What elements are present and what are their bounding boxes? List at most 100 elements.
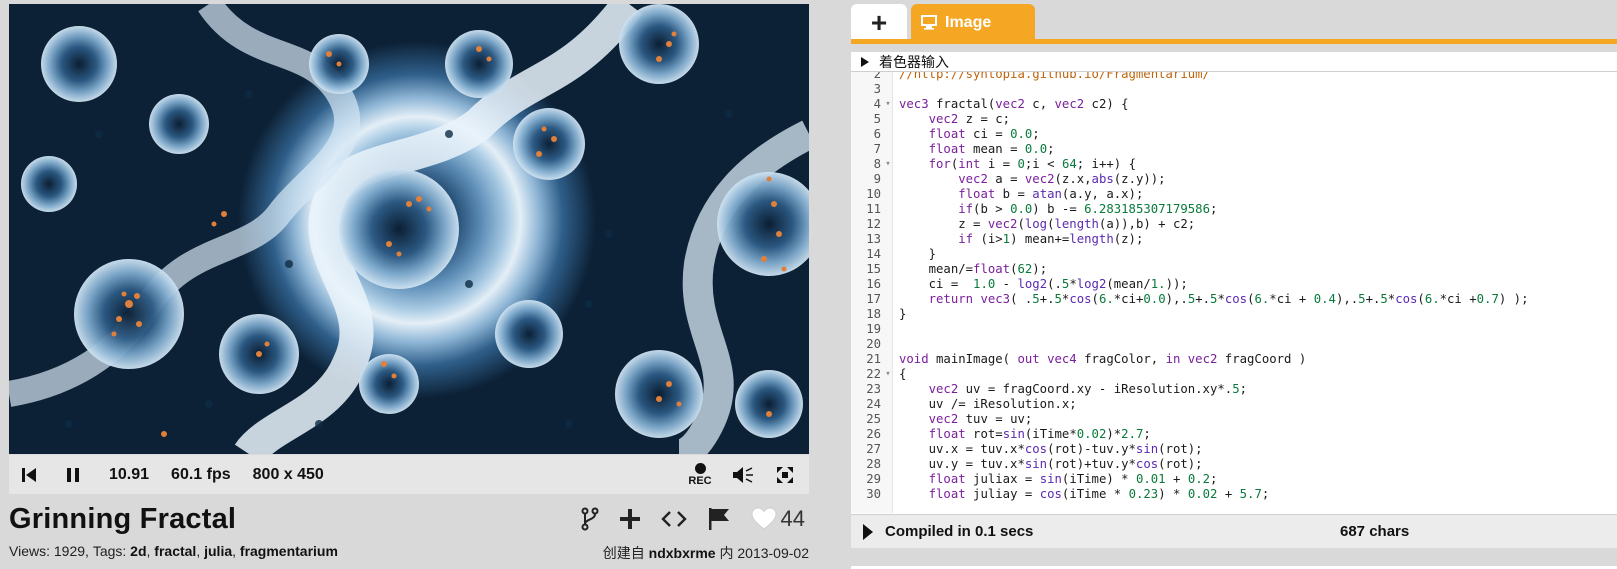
code-text[interactable]: float mean = 0.0; xyxy=(895,142,1055,157)
code-line[interactable]: 30 float juliay = cos(iTime * 0.23) * 0.… xyxy=(851,487,1617,502)
monitor-icon xyxy=(921,15,937,30)
like-button[interactable]: 44 xyxy=(751,505,805,533)
code-text[interactable] xyxy=(895,322,899,337)
tag-link[interactable]: fractal xyxy=(154,543,196,561)
code-line[interactable]: 23 vec2 uv = fragCoord.xy - iResolution.… xyxy=(851,382,1617,397)
code-text[interactable]: z = vec2(log(length(a)),b) + c2; xyxy=(895,217,1195,232)
code-line[interactable]: 5 vec2 z = c; xyxy=(851,112,1617,127)
code-line[interactable]: 18} xyxy=(851,307,1617,322)
code-line[interactable]: 21 void mainImage( out vec4 fragColor, in… xyxy=(851,352,1617,367)
line-number: 25 xyxy=(866,412,881,426)
fullscreen-icon[interactable] xyxy=(771,461,799,489)
code-line[interactable]: 8 ▾ for(int i = 0;i < 64; i++) { xyxy=(851,157,1617,172)
code-text[interactable]: //http://syntopia.github.io/Fragmentariu… xyxy=(895,72,1210,82)
fold-arrow-icon[interactable]: ▾ xyxy=(881,97,895,112)
line-number: 18 xyxy=(866,307,881,321)
code-line[interactable]: 12 z = vec2(log(length(a)),b) + c2; xyxy=(851,217,1617,232)
code-text[interactable]: { xyxy=(895,367,906,382)
code-line[interactable]: 20 xyxy=(851,337,1617,352)
code-text[interactable]: float juliay = cos(iTime * 0.23) * 0.02 … xyxy=(895,487,1270,502)
code-line[interactable]: 17 return vec3( .5+.5*cos(6.*ci+0.0),.5+… xyxy=(851,292,1617,307)
tab-underline xyxy=(851,39,1617,44)
code-text[interactable]: float ci = 0.0; xyxy=(895,127,1040,142)
compile-button[interactable] xyxy=(855,523,881,540)
code-line[interactable]: 29 float juliax = sin(iTime) * 0.01 + 0.… xyxy=(851,472,1617,487)
code-text[interactable]: uv.y = tuv.x*sin(rot)+tuv.y*cos(rot); xyxy=(895,457,1203,472)
code-text[interactable]: for(int i = 0;i < 64; i++) { xyxy=(895,157,1136,172)
tag-link[interactable]: fragmentarium xyxy=(240,543,338,561)
flag-icon[interactable] xyxy=(707,505,731,533)
pause-icon[interactable] xyxy=(59,461,87,489)
code-text[interactable]: } xyxy=(895,307,906,322)
code-line[interactable]: 25 vec2 tuv = uv; xyxy=(851,412,1617,427)
heart-icon xyxy=(751,507,777,530)
code-line[interactable]: 7 float mean = 0.0; xyxy=(851,142,1617,157)
code-text[interactable] xyxy=(895,337,899,352)
code-text[interactable]: if (i>1) mean+=length(z); xyxy=(895,232,1143,247)
shader-player: 10.91 60.1 fps 800 x 450 REC xyxy=(9,4,809,494)
embed-code-icon[interactable] xyxy=(660,505,687,533)
code-text[interactable]: vec2 a = vec2(z.x,abs(z.y)); xyxy=(895,172,1165,187)
code-text[interactable]: return vec3( .5+.5*cos(6.*ci+0.0),.5+.5*… xyxy=(895,292,1529,307)
code-line[interactable]: 3 xyxy=(851,82,1617,97)
code-text[interactable]: ci = 1.0 - log2(.5*log2(mean/1.)); xyxy=(895,277,1188,292)
code-text[interactable]: if(b > 0.0) b -= 6.283185307179586; xyxy=(895,202,1217,217)
code-line[interactable]: 28 uv.y = tuv.x*sin(rot)+tuv.y*cos(rot); xyxy=(851,457,1617,472)
code-text[interactable]: mean/=float(62); xyxy=(895,262,1048,277)
code-line[interactable]: 26 float rot=sin(iTime*0.02)*2.7; xyxy=(851,427,1617,442)
code-text[interactable]: uv.x = tuv.x*cos(rot)-tuv.y*sin(rot); xyxy=(895,442,1203,457)
code-line[interactable]: 22 ▾{ xyxy=(851,367,1617,382)
fold-arrow-icon[interactable]: ▾ xyxy=(881,367,895,382)
fps-display: 60.1 fps xyxy=(171,465,231,483)
code-line[interactable]: 9 vec2 a = vec2(z.x,abs(z.y)); xyxy=(851,172,1617,187)
code-line[interactable]: 15 mean/=float(62); xyxy=(851,262,1617,277)
line-number: 4 xyxy=(873,97,881,111)
code-text[interactable]: vec2 uv = fragCoord.xy - iResolution.xy*… xyxy=(895,382,1247,397)
code-line[interactable]: 4 ▾ vec3 fractal(vec2 c, vec2 c2) { xyxy=(851,97,1617,112)
add-tab-button[interactable]: + xyxy=(851,4,907,41)
tag-link[interactable]: julia xyxy=(204,543,232,561)
code-text[interactable]: float juliax = sin(iTime) * 0.01 + 0.2; xyxy=(895,472,1218,487)
code-text[interactable] xyxy=(895,82,899,97)
author-link[interactable]: ndxbxrme xyxy=(649,545,716,561)
code-line[interactable]: 13 if (i>1) mean+=length(z); xyxy=(851,232,1617,247)
code-line[interactable]: 11 if(b > 0.0) b -= 6.283185307179586; xyxy=(851,202,1617,217)
add-icon[interactable] xyxy=(619,505,641,533)
code-lines[interactable]: 2 //http://syntopia.github.io/Fragmentari… xyxy=(851,72,1617,502)
fold-gutter xyxy=(881,217,895,232)
code-text[interactable]: float b = atan(a.y, a.x); xyxy=(895,187,1143,202)
fork-icon[interactable] xyxy=(581,505,599,533)
code-text[interactable]: vec2 tuv = uv; xyxy=(895,412,1033,427)
code-line[interactable]: 2 //http://syntopia.github.io/Fragmentari… xyxy=(851,72,1617,82)
fold-gutter xyxy=(881,232,895,247)
code-text[interactable]: void mainImage( out vec4 fragColor, in v… xyxy=(895,352,1306,367)
tag-link[interactable]: 2d xyxy=(130,543,146,561)
code-line[interactable]: 10 float b = atan(a.y, a.x); xyxy=(851,187,1617,202)
code-text[interactable]: vec2 z = c; xyxy=(895,112,1010,127)
line-number: 26 xyxy=(866,427,881,441)
shader-actions: 44 xyxy=(581,505,809,533)
record-button[interactable]: REC xyxy=(685,462,715,487)
code-line[interactable]: 16 ci = 1.0 - log2(.5*log2(mean/1.)); xyxy=(851,277,1617,292)
code-text[interactable]: vec3 fractal(vec2 c, vec2 c2) { xyxy=(895,97,1129,112)
tab-image[interactable]: Image xyxy=(911,4,1035,41)
volume-icon[interactable] xyxy=(729,461,757,489)
code-line[interactable]: 6 float ci = 0.0; xyxy=(851,127,1617,142)
time-display: 10.91 xyxy=(109,465,150,483)
fold-gutter xyxy=(881,412,895,427)
render-canvas[interactable] xyxy=(9,4,809,454)
views-count: 1929 xyxy=(53,543,86,559)
code-text[interactable]: } xyxy=(895,247,936,262)
code-line[interactable]: 27 uv.x = tuv.x*cos(rot)-tuv.y*sin(rot); xyxy=(851,442,1617,457)
fold-arrow-icon[interactable]: ▾ xyxy=(881,157,895,172)
fold-gutter xyxy=(881,112,895,127)
shader-inputs-toggle[interactable]: 着色器输入 xyxy=(851,52,1617,72)
fold-gutter xyxy=(881,72,895,82)
rewind-icon[interactable] xyxy=(15,461,43,489)
code-text[interactable]: float rot=sin(iTime*0.02)*2.7; xyxy=(895,427,1151,442)
code-area[interactable]: 2 //http://syntopia.github.io/Fragmentari… xyxy=(851,72,1617,513)
code-line[interactable]: 14 } xyxy=(851,247,1617,262)
code-line[interactable]: 19 xyxy=(851,322,1617,337)
code-text[interactable]: uv /= iResolution.x; xyxy=(895,397,1077,412)
code-line[interactable]: 24 uv /= iResolution.x; xyxy=(851,397,1617,412)
